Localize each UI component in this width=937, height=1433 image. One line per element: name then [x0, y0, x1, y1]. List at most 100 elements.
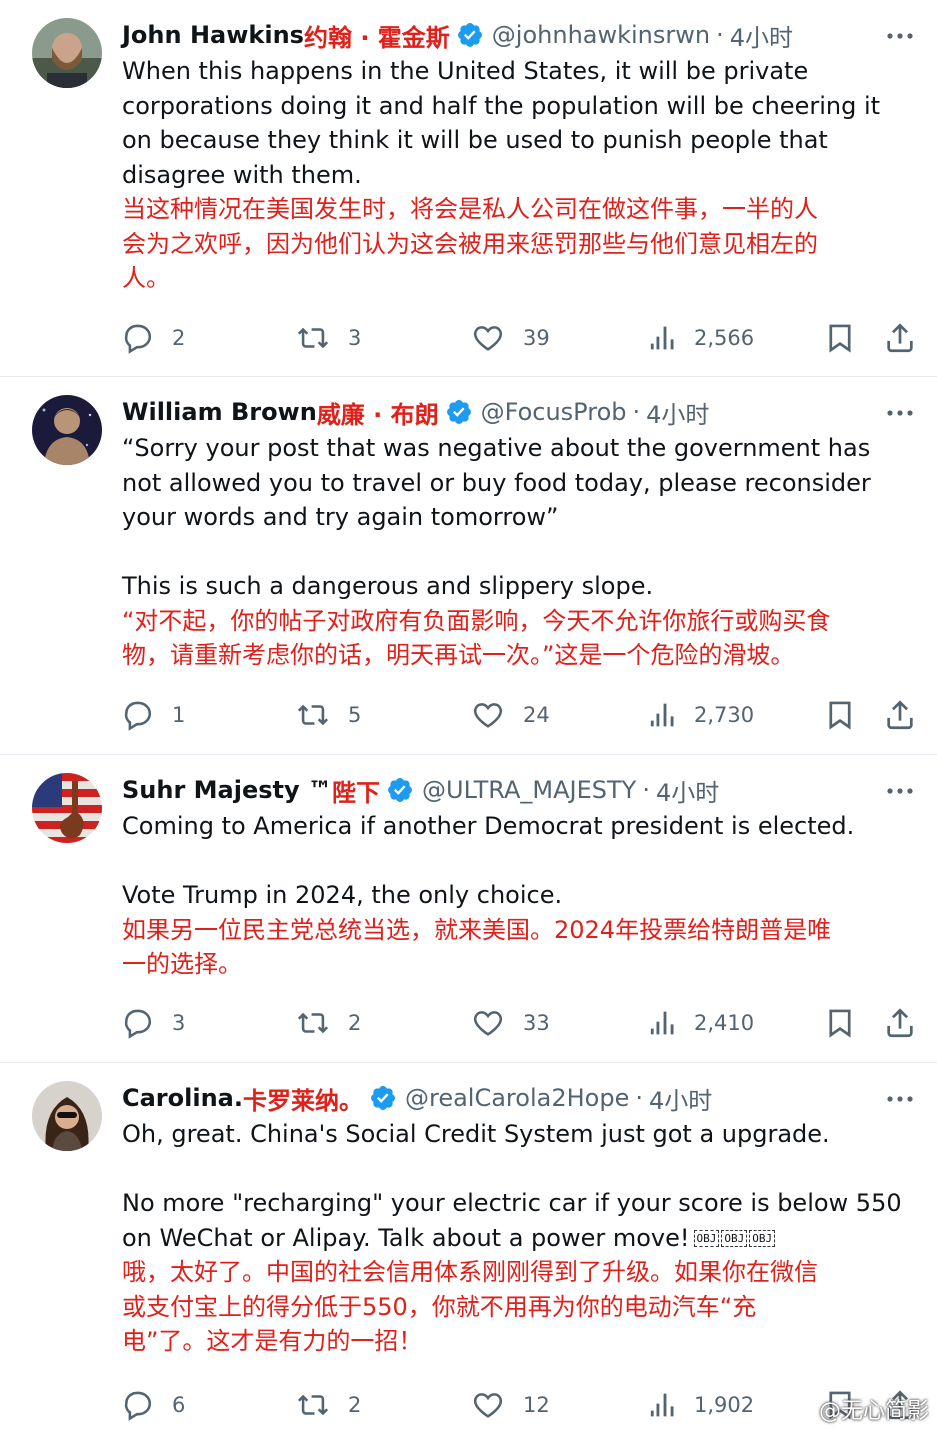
like-button[interactable]: 39: [471, 318, 550, 358]
timestamp[interactable]: 4小时: [656, 773, 719, 808]
views-button[interactable]: 2,730: [648, 695, 754, 735]
bookmark-icon: [829, 1009, 851, 1038]
more-icon[interactable]: [883, 22, 917, 50]
like-count: 24: [523, 703, 550, 727]
like-icon: [473, 1011, 503, 1036]
separator-dot: ·: [635, 1084, 643, 1112]
separator-dot: ·: [642, 776, 650, 804]
tweet[interactable]: William Brown 威廉 · 布朗 @FocusProb · 4小时 “…: [0, 377, 937, 755]
timestamp[interactable]: 4小时: [730, 18, 793, 53]
retweet-count: 2: [348, 1011, 362, 1035]
display-name-translation: 威廉 · 布朗: [316, 400, 439, 429]
like-count: 39: [523, 326, 550, 350]
share-button[interactable]: [883, 1003, 917, 1043]
tweet-translation: 哦，太好了。中国的社会信用体系刚刚得到了升级。如果你在微信 或支付宝上的得分低于…: [122, 1258, 818, 1355]
retweet-button[interactable]: 5: [296, 695, 361, 735]
display-name-translation: 约翰 · 霍金斯: [303, 23, 450, 52]
more-icon[interactable]: [883, 399, 917, 427]
retweet-button[interactable]: 2: [296, 1003, 361, 1043]
avatar[interactable]: [32, 18, 102, 88]
reply-button[interactable]: 6: [120, 1385, 185, 1425]
user-handle[interactable]: @ULTRA_MAJESTY: [422, 776, 636, 804]
user-handle[interactable]: @johnhawkinsrwn: [492, 21, 710, 49]
tweet-header: Suhr Majesty ™ 陛下 @ULTRA_MAJESTY · 4小时: [122, 771, 912, 809]
views-count: 2,566: [694, 326, 755, 350]
action-bar: 3 2 33 2,410: [0, 1003, 937, 1043]
user-handle[interactable]: @FocusProb: [481, 398, 627, 426]
bookmark-icon: [829, 324, 851, 353]
views-button[interactable]: 2,410: [648, 1003, 754, 1043]
retweet-count: 2: [348, 1393, 362, 1417]
reply-icon: [124, 701, 151, 731]
timeline-feed: John Hawkins 约翰 · 霍金斯 @johnhawkinsrwn · …: [0, 0, 937, 1433]
avatar[interactable]: [32, 395, 102, 465]
tweet-text: “Sorry your post that was negative about…: [122, 434, 871, 600]
views-icon: [650, 1011, 674, 1035]
bookmark-button[interactable]: [823, 318, 857, 358]
verified-badge-icon: [445, 398, 473, 426]
like-button[interactable]: 33: [471, 1003, 550, 1043]
retweet-button[interactable]: 2: [296, 1385, 361, 1425]
reply-count: 3: [172, 1011, 186, 1035]
avatar[interactable]: [32, 1081, 102, 1151]
like-button[interactable]: 12: [471, 1385, 550, 1425]
emoji-placeholder: OBJ: [721, 1230, 748, 1247]
more-icon[interactable]: [883, 777, 917, 805]
reply-button[interactable]: 1: [120, 695, 185, 735]
timestamp[interactable]: 4小时: [646, 395, 709, 430]
tweet-translation: 如果另一位民主党总统当选，就来美国。2024年投票给特朗普是唯 一的选择。: [122, 915, 832, 979]
share-icon: [887, 700, 913, 730]
retweet-button[interactable]: 3: [296, 318, 361, 358]
verified-badge-icon: [386, 776, 414, 804]
display-name-translation: 陛下: [332, 778, 380, 807]
views-button[interactable]: 2,566: [648, 318, 754, 358]
retweet-icon: [297, 704, 329, 726]
reply-count: 1: [172, 703, 186, 727]
reply-icon: [124, 324, 151, 354]
tweet[interactable]: John Hawkins 约翰 · 霍金斯 @johnhawkinsrwn · …: [0, 0, 937, 377]
display-name[interactable]: Carolina.: [122, 1084, 243, 1112]
retweet-count: 5: [348, 703, 362, 727]
like-count: 33: [523, 1011, 550, 1035]
bookmark-button[interactable]: [823, 1003, 857, 1043]
verified-badge-icon: [369, 1084, 397, 1112]
user-handle[interactable]: @realCarola2Hope: [405, 1084, 629, 1112]
like-count: 12: [523, 1393, 550, 1417]
display-name[interactable]: Suhr Majesty ™: [122, 776, 332, 804]
tweet-text: Coming to America if another Democrat pr…: [122, 812, 855, 909]
like-button[interactable]: 24: [471, 695, 550, 735]
views-button[interactable]: 1,902: [648, 1385, 754, 1425]
reply-button[interactable]: 3: [120, 1003, 185, 1043]
verified-badge-icon: [456, 21, 484, 49]
timestamp[interactable]: 4小时: [649, 1081, 712, 1116]
emoji-placeholders: OBJ OBJ OBJ: [693, 1230, 776, 1247]
tweet-header: John Hawkins 约翰 · 霍金斯 @johnhawkinsrwn · …: [122, 16, 912, 54]
tweet-header: Carolina. 卡罗莱纳。 @realCarola2Hope · 4小时: [122, 1079, 912, 1117]
retweet-count: 3: [348, 326, 362, 350]
tweet[interactable]: Suhr Majesty ™ 陛下 @ULTRA_MAJESTY · 4小时 C…: [0, 755, 937, 1063]
bookmark-button[interactable]: [823, 695, 857, 735]
share-button[interactable]: [883, 318, 917, 358]
display-name[interactable]: William Brown: [122, 398, 317, 426]
more-icon[interactable]: [883, 1085, 917, 1113]
reply-count: 6: [172, 1393, 186, 1417]
reply-button[interactable]: 2: [120, 318, 185, 358]
action-bar: 2 3 39 2,566: [0, 318, 937, 358]
views-count: 2,730: [694, 703, 755, 727]
tweet[interactable]: Carolina. 卡罗莱纳。 @realCarola2Hope · 4小时 O…: [0, 1063, 937, 1433]
avatar[interactable]: [32, 773, 102, 843]
views-icon: [650, 326, 674, 350]
share-button[interactable]: [883, 695, 917, 735]
watermark-text: @无心简影: [818, 1399, 929, 1424]
views-count: 1,902: [694, 1393, 755, 1417]
display-name[interactable]: John Hawkins: [122, 21, 304, 49]
like-icon: [473, 1393, 503, 1418]
retweet-icon: [297, 327, 329, 349]
separator-dot: ·: [632, 398, 641, 426]
emoji-placeholder: OBJ: [749, 1230, 776, 1247]
tweet-text-body: Oh, great. China's Social Credit System …: [122, 1120, 902, 1252]
share-icon: [887, 1008, 913, 1038]
separator-dot: ·: [716, 21, 724, 49]
weibo-logo-icon: [785, 1399, 811, 1420]
like-icon: [473, 326, 503, 351]
